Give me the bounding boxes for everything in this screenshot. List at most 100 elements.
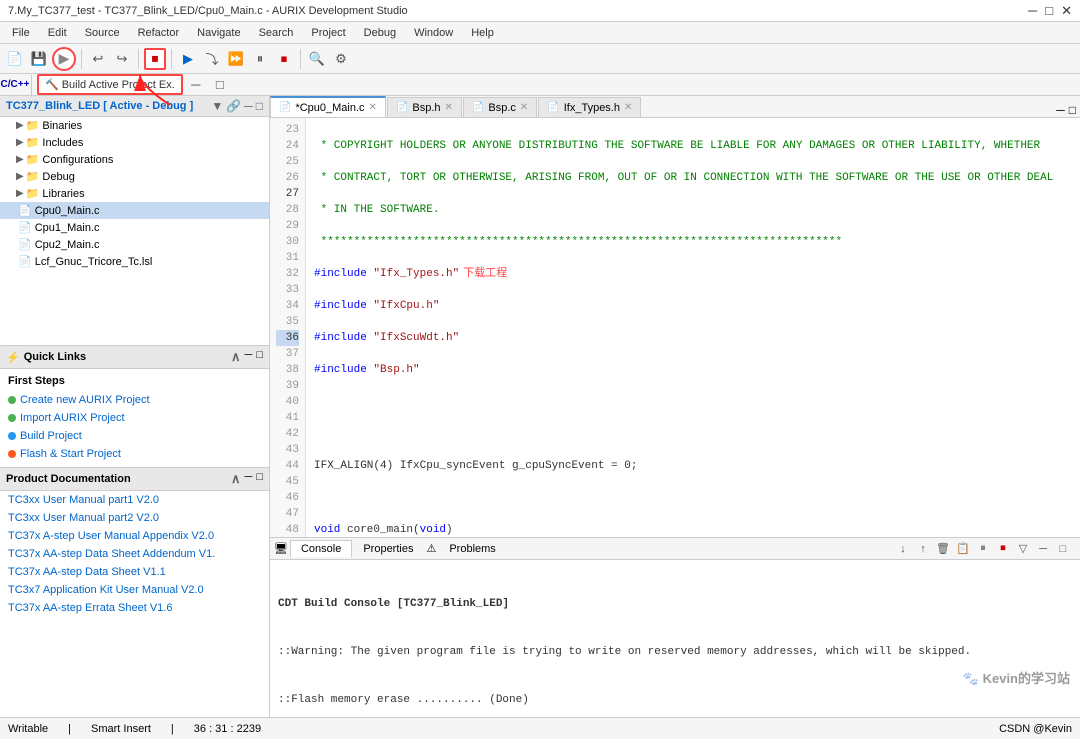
maximize-button[interactable]: □ bbox=[1045, 3, 1053, 19]
editor-maximize-btn[interactable]: □ bbox=[1069, 103, 1076, 117]
line-num-40: 40 bbox=[276, 394, 299, 410]
code-line-25: * IN THE SOFTWARE. bbox=[314, 202, 1072, 218]
console-pause-btn[interactable]: ⏸ bbox=[974, 540, 992, 558]
debug-resume-button[interactable]: ⏩ bbox=[225, 48, 247, 70]
product-docs-collapse[interactable]: ∧ bbox=[231, 471, 241, 487]
console-copy-btn[interactable]: 📋 bbox=[954, 540, 972, 558]
quick-links-maximize[interactable]: □ bbox=[256, 349, 263, 365]
product-docs-minimize[interactable]: ─ bbox=[245, 471, 253, 487]
doc-link-6[interactable]: TC3x7 Application Kit User Manual V2.0 bbox=[0, 581, 269, 599]
code-content[interactable]: * COPYRIGHT HOLDERS OR ANYONE DISTRIBUTI… bbox=[306, 118, 1080, 537]
tree-libraries[interactable]: ▶ 📁 Libraries bbox=[0, 185, 269, 202]
editor-tabs: 📄 *Cpu0_Main.c ✕ 📄 Bsp.h ✕ 📄 Bsp.c ✕ 📄 I… bbox=[270, 96, 1080, 118]
menu-bar: File Edit Source Refactor Navigate Searc… bbox=[0, 22, 1080, 44]
build-active-project-button[interactable]: 🔨 Build Active Project Ex. bbox=[37, 74, 183, 95]
quick-links-collapse[interactable]: ∧ bbox=[231, 349, 241, 365]
console-stop-btn[interactable]: ⏹ bbox=[994, 540, 1012, 558]
menu-file[interactable]: File bbox=[4, 25, 38, 41]
undo-button[interactable]: ↩ bbox=[87, 48, 109, 70]
menu-source[interactable]: Source bbox=[77, 25, 128, 41]
editor-minimize-btn[interactable]: ─ bbox=[1056, 103, 1065, 117]
tab-properties[interactable]: Properties bbox=[352, 540, 424, 557]
menu-search[interactable]: Search bbox=[251, 25, 302, 41]
tree-binaries[interactable]: ▶ 📁 Binaries bbox=[0, 117, 269, 134]
tab-console[interactable]: Console bbox=[290, 540, 352, 557]
tree-includes[interactable]: ▶ 📁 Includes bbox=[0, 134, 269, 151]
minimize-button[interactable]: ─ bbox=[1028, 3, 1037, 19]
tab-problems[interactable]: Problems bbox=[438, 540, 506, 557]
debug-suspend-button[interactable]: ⏸ bbox=[249, 48, 271, 70]
create-project-link[interactable]: Create new AURIX Project bbox=[8, 391, 261, 409]
maximize-panel-button[interactable]: □ bbox=[209, 74, 231, 96]
tab-bsp-c[interactable]: 📄 Bsp.c ✕ bbox=[463, 97, 537, 117]
tab-cpu0-close[interactable]: ✕ bbox=[369, 102, 377, 113]
link-editor-button[interactable]: 🔗 bbox=[226, 99, 241, 113]
binaries-arrow: ▶ bbox=[16, 120, 24, 131]
doc-link-7[interactable]: TC37x AA-step Errata Sheet V1.6 bbox=[0, 599, 269, 617]
flash-start-link[interactable]: Flash & Start Project bbox=[8, 445, 261, 463]
console-up-btn[interactable]: ↑ bbox=[914, 540, 932, 558]
line-num-25: 25 bbox=[276, 154, 299, 170]
configurations-label: Configurations bbox=[42, 154, 113, 166]
new-file-button[interactable]: 📄 bbox=[4, 48, 26, 70]
console-clear-btn[interactable]: 🗑 bbox=[934, 540, 952, 558]
menu-navigate[interactable]: Navigate bbox=[189, 25, 248, 41]
doc-link-1[interactable]: TC3xx User Manual part1 V2.0 bbox=[0, 491, 269, 509]
includes-icon: 📁 bbox=[26, 136, 40, 149]
tree-configurations[interactable]: ▶ 📁 Configurations bbox=[0, 151, 269, 168]
search-button[interactable]: 🔍 bbox=[306, 48, 328, 70]
tab-ifx-types[interactable]: 📄 Ifx_Types.h ✕ bbox=[538, 97, 641, 117]
tree-lcf[interactable]: 📄 Lcf_Gnuc_Tricore_Tc.lsl bbox=[0, 253, 269, 270]
menu-window[interactable]: Window bbox=[406, 25, 461, 41]
minimize-panel-button[interactable]: ─ bbox=[185, 74, 207, 96]
doc-link-3[interactable]: TC37x A-step User Manual Appendix V2.0 bbox=[0, 527, 269, 545]
collapse-all-button[interactable]: ▼ bbox=[211, 99, 223, 113]
menu-debug[interactable]: Debug bbox=[356, 25, 404, 41]
save-button[interactable]: 💾 bbox=[28, 48, 50, 70]
tree-debug[interactable]: ▶ 📁 Debug bbox=[0, 168, 269, 185]
quick-links-minimize[interactable]: ─ bbox=[245, 349, 253, 365]
console-option-btn[interactable]: ▽ bbox=[1014, 540, 1032, 558]
console-content: CDT Build Console [TC377_Blink_LED] ::Wa… bbox=[270, 560, 1080, 717]
tab-bsp-h[interactable]: 📄 Bsp.h ✕ bbox=[387, 97, 462, 117]
explorer-maximize-button[interactable]: □ bbox=[256, 99, 263, 113]
tree-cpu0-main[interactable]: 📄 Cpu0_Main.c bbox=[0, 202, 269, 219]
debug-stop-button[interactable]: ⏹ bbox=[273, 48, 295, 70]
build-run-button[interactable]: ▶ bbox=[52, 47, 76, 71]
quick-links-header[interactable]: ⚡ Quick Links ∧ ─ □ bbox=[0, 346, 269, 369]
close-button[interactable]: ✕ bbox=[1061, 3, 1072, 19]
tab-ifxtypes-close[interactable]: ✕ bbox=[624, 102, 632, 113]
tab-cpu0-main[interactable]: 📄 *Cpu0_Main.c ✕ bbox=[270, 96, 386, 117]
settings-button[interactable]: ⚙ bbox=[330, 48, 352, 70]
redo-button[interactable]: ↪ bbox=[111, 48, 133, 70]
stop-button[interactable]: ⏹ bbox=[144, 48, 166, 70]
product-docs-maximize[interactable]: □ bbox=[256, 471, 263, 487]
console-minimize-btn[interactable]: ─ bbox=[1034, 540, 1052, 558]
import-project-link[interactable]: Import AURIX Project bbox=[8, 409, 261, 427]
tree-cpu1-main[interactable]: 📄 Cpu1_Main.c bbox=[0, 219, 269, 236]
console-down-btn[interactable]: ↓ bbox=[894, 540, 912, 558]
code-line-23: * COPYRIGHT HOLDERS OR ANYONE DISTRIBUTI… bbox=[314, 138, 1072, 154]
console-area: 🖥 Console Properties ⚠ Problems ↓ ↑ 🗑 📋 … bbox=[270, 537, 1080, 717]
menu-project[interactable]: Project bbox=[303, 25, 353, 41]
menu-help[interactable]: Help bbox=[463, 25, 502, 41]
debug-step-button[interactable]: ⤵ bbox=[201, 48, 223, 70]
code-editor[interactable]: 23 24 25 26 27 28 29 30 31 32 33 34 35 3… bbox=[270, 118, 1080, 537]
menu-edit[interactable]: Edit bbox=[40, 25, 75, 41]
console-header-line: CDT Build Console [TC377_Blink_LED] bbox=[278, 596, 1072, 612]
doc-link-2[interactable]: TC3xx User Manual part2 V2.0 bbox=[0, 509, 269, 527]
console-maximize-btn[interactable]: □ bbox=[1054, 540, 1072, 558]
build-project-link[interactable]: Build Project bbox=[8, 427, 261, 445]
doc-link-5[interactable]: TC37x AA-step Data Sheet V1.1 bbox=[0, 563, 269, 581]
tree-cpu2-main[interactable]: 📄 Cpu2_Main.c bbox=[0, 236, 269, 253]
product-docs-header[interactable]: Product Documentation ∧ ─ □ bbox=[0, 468, 269, 491]
line-num-28: 28 bbox=[276, 202, 299, 218]
debug-start-button[interactable]: ▶ bbox=[177, 48, 199, 70]
explorer-minimize-button[interactable]: ─ bbox=[244, 99, 253, 113]
doc-link-4[interactable]: TC37x AA-step Data Sheet Addendum V1. bbox=[0, 545, 269, 563]
line-numbers: 23 24 25 26 27 28 29 30 31 32 33 34 35 3… bbox=[270, 118, 306, 537]
tab-bsph-close[interactable]: ✕ bbox=[445, 102, 453, 113]
tab-bsph-icon: 📄 bbox=[396, 102, 408, 113]
menu-refactor[interactable]: Refactor bbox=[130, 25, 188, 41]
tab-bspc-close[interactable]: ✕ bbox=[520, 102, 528, 113]
